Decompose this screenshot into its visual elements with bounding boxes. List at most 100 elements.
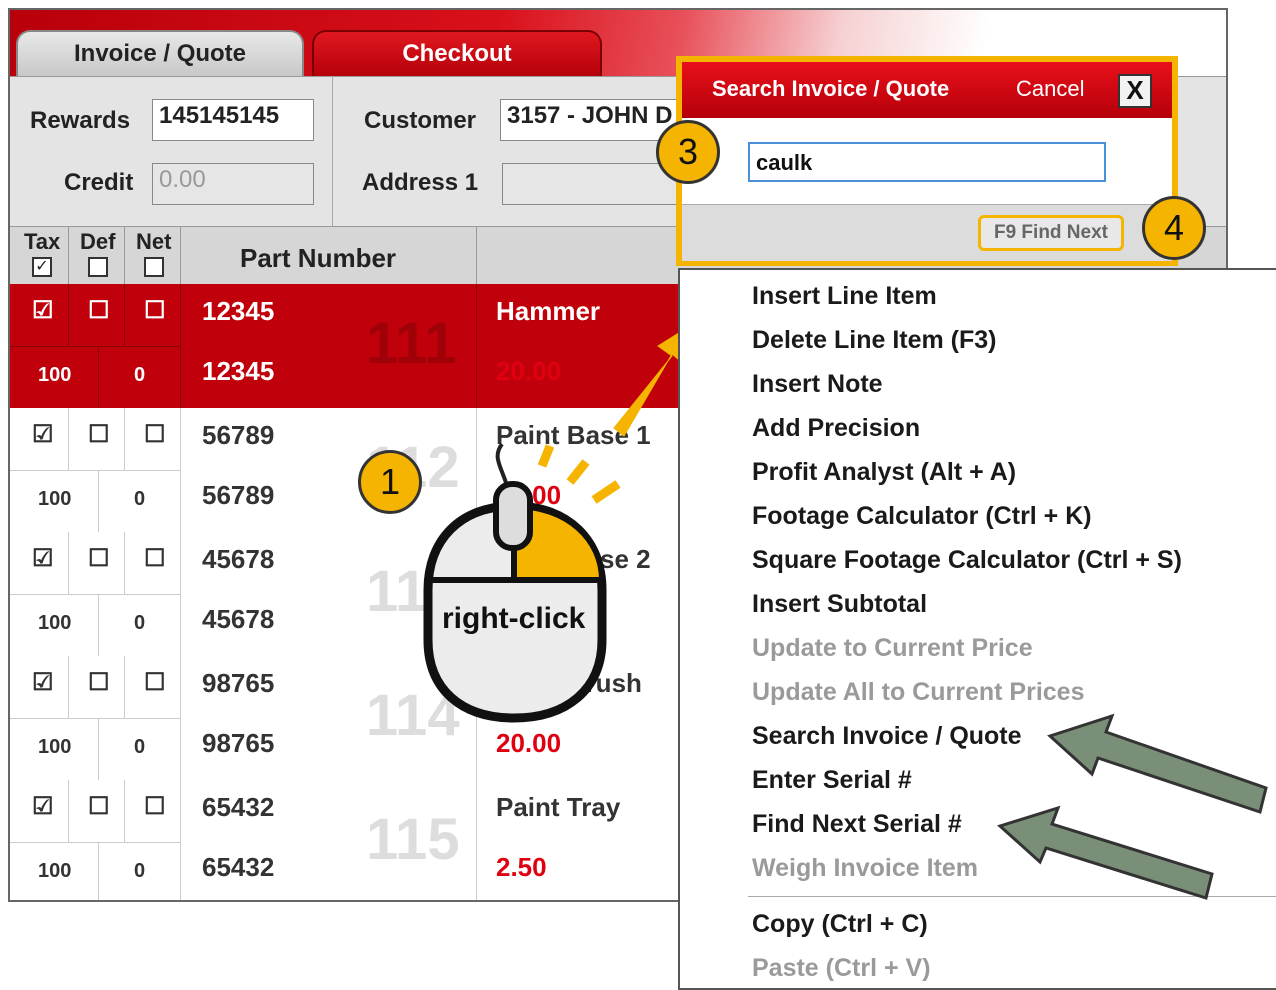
part-number-cell[interactable]: 12345 xyxy=(202,296,274,327)
search-input[interactable]: caulk xyxy=(748,142,1106,182)
backorder-cell[interactable]: 0 xyxy=(134,364,145,387)
net-header: Net xyxy=(136,229,172,254)
def-checkbox[interactable]: ☐ xyxy=(88,544,110,573)
backorder-cell[interactable]: 0 xyxy=(134,860,145,883)
dialog-titlebar: Search Invoice / Quote Cancel X xyxy=(682,62,1172,118)
row-divider xyxy=(10,594,180,595)
menu-item-insert-subtotal[interactable]: Insert Subtotal xyxy=(752,590,927,619)
search-dialog: Search Invoice / Quote Cancel X caulk F9… xyxy=(676,56,1178,266)
mouse-label: right-click xyxy=(442,602,586,635)
dialog-footer: F9 Find Next xyxy=(682,204,1172,261)
net-checkbox[interactable]: ☐ xyxy=(144,296,166,325)
col-divider xyxy=(124,656,125,718)
tax-checkbox[interactable]: ☑ xyxy=(32,420,54,449)
quantity-cell[interactable]: 100 xyxy=(38,860,71,883)
col-divider xyxy=(68,227,69,285)
tax-all-checkbox[interactable]: ✓ xyxy=(32,257,52,277)
part-number-cell[interactable]: 65432 xyxy=(202,792,274,823)
part-number-header[interactable]: Part Number xyxy=(240,243,396,274)
col-divider xyxy=(68,656,69,718)
net-all-checkbox[interactable] xyxy=(144,257,164,277)
line-number: 115 xyxy=(366,807,460,872)
address-label: Address 1 xyxy=(362,169,479,196)
part-number-cell[interactable]: 98765 xyxy=(202,728,274,759)
menu-item-update-to-current-price[interactable]: Update to Current Price xyxy=(752,634,1033,663)
net-checkbox[interactable]: ☐ xyxy=(144,544,166,573)
col-divider xyxy=(180,532,181,656)
quantity-cell[interactable]: 100 xyxy=(38,488,71,511)
quantity-cell[interactable]: 100 xyxy=(38,736,71,759)
def-all-checkbox[interactable] xyxy=(88,257,108,277)
step-4-badge: 4 xyxy=(1142,196,1206,260)
tax-header: Tax xyxy=(24,229,61,254)
backorder-cell[interactable]: 0 xyxy=(134,488,145,511)
part-number-cell[interactable]: 65432 xyxy=(202,852,274,883)
col-divider xyxy=(180,284,181,408)
menu-item-find-next-serial[interactable]: Find Next Serial # xyxy=(752,810,962,839)
dialog-cancel-link[interactable]: Cancel xyxy=(1016,76,1084,102)
part-number-cell[interactable]: 56789 xyxy=(202,480,274,511)
col-divider xyxy=(124,408,125,470)
net-checkbox[interactable]: ☐ xyxy=(144,420,166,449)
quantity-cell[interactable]: 100 xyxy=(38,364,71,387)
net-checkbox[interactable]: ☐ xyxy=(144,668,166,697)
rewards-input[interactable]: 145145145 xyxy=(152,99,314,141)
tax-checkbox[interactable]: ☑ xyxy=(32,296,54,325)
col-divider xyxy=(68,780,69,842)
step-1-badge: 1 xyxy=(358,450,422,514)
table-row[interactable]: 115 ☑ ☐ ☐ 100 0 65432 65432 Paint Tray 2.50 xyxy=(10,780,680,900)
menu-item-insert-line-item[interactable]: Insert Line Item xyxy=(752,282,937,311)
backorder-cell[interactable]: 0 xyxy=(134,612,145,635)
menu-item-search-invoice-quote[interactable]: Search Invoice / Quote xyxy=(752,722,1022,751)
quantity-cell[interactable]: 100 xyxy=(38,612,71,635)
tab-invoice-quote[interactable]: Invoice / Quote xyxy=(16,30,304,76)
tax-checkbox[interactable]: ☑ xyxy=(32,668,54,697)
tax-checkbox[interactable]: ☑ xyxy=(32,792,54,821)
col-divider xyxy=(476,284,477,408)
tab-checkout[interactable]: Checkout xyxy=(312,30,602,76)
col-divider xyxy=(98,718,99,780)
def-checkbox[interactable]: ☐ xyxy=(88,420,110,449)
col-divider xyxy=(124,780,125,842)
backorder-cell[interactable]: 0 xyxy=(134,736,145,759)
def-checkbox[interactable]: ☐ xyxy=(88,792,110,821)
col-divider xyxy=(180,656,181,780)
menu-item-footage-calculator-ctrl-k[interactable]: Footage Calculator (Ctrl + K) xyxy=(752,502,1092,531)
col-divider xyxy=(124,532,125,594)
menu-item-insert-note[interactable]: Insert Note xyxy=(752,370,883,399)
menu-item-enter-serial[interactable]: Enter Serial # xyxy=(752,766,912,795)
def-checkbox[interactable]: ☐ xyxy=(88,296,110,325)
credit-input: 0.00 xyxy=(152,163,314,205)
part-number-cell[interactable]: 12345 xyxy=(202,356,274,387)
col-divider xyxy=(476,780,477,900)
menu-item-paste-ctrl-v[interactable]: Paste (Ctrl + V) xyxy=(752,954,931,983)
menu-item-copy-ctrl-c[interactable]: Copy (Ctrl + C) xyxy=(752,910,928,939)
header-divider xyxy=(332,76,333,226)
price-cell[interactable]: 2.50 xyxy=(496,852,547,883)
part-number-cell[interactable]: 98765 xyxy=(202,668,274,699)
menu-item-add-precision[interactable]: Add Precision xyxy=(752,414,920,443)
def-checkbox[interactable]: ☐ xyxy=(88,668,110,697)
rewards-label: Rewards xyxy=(30,107,131,134)
line-number: 111 xyxy=(366,311,457,376)
menu-item-weigh-invoice-item[interactable]: Weigh Invoice Item xyxy=(752,854,978,883)
menu-item-square-footage-calculator-ctrl-s[interactable]: Square Footage Calculator (Ctrl + S) xyxy=(752,546,1182,575)
part-number-cell[interactable]: 45678 xyxy=(202,604,274,635)
find-next-button[interactable]: F9 Find Next xyxy=(978,215,1124,251)
close-icon[interactable]: X xyxy=(1118,74,1152,108)
tax-checkbox[interactable]: ☑ xyxy=(32,544,54,573)
part-number-cell[interactable]: 56789 xyxy=(202,420,274,451)
price-cell[interactable]: 20.00 xyxy=(496,728,561,759)
mouse-illustration xyxy=(423,442,621,723)
part-number-cell[interactable]: 45678 xyxy=(202,544,274,575)
net-checkbox[interactable]: ☐ xyxy=(144,792,166,821)
def-header: Def xyxy=(80,229,116,254)
description-cell[interactable]: Paint Tray xyxy=(496,792,620,823)
col-divider xyxy=(180,227,181,285)
price-cell[interactable]: 20.00 xyxy=(496,356,561,387)
annotation-arrow xyxy=(997,805,1214,900)
credit-label: Credit xyxy=(64,169,134,196)
row-divider xyxy=(10,842,180,843)
menu-item-delete-line-item-f3[interactable]: Delete Line Item (F3) xyxy=(752,326,997,355)
menu-item-profit-analyst-alt-a[interactable]: Profit Analyst (Alt + A) xyxy=(752,458,1016,487)
